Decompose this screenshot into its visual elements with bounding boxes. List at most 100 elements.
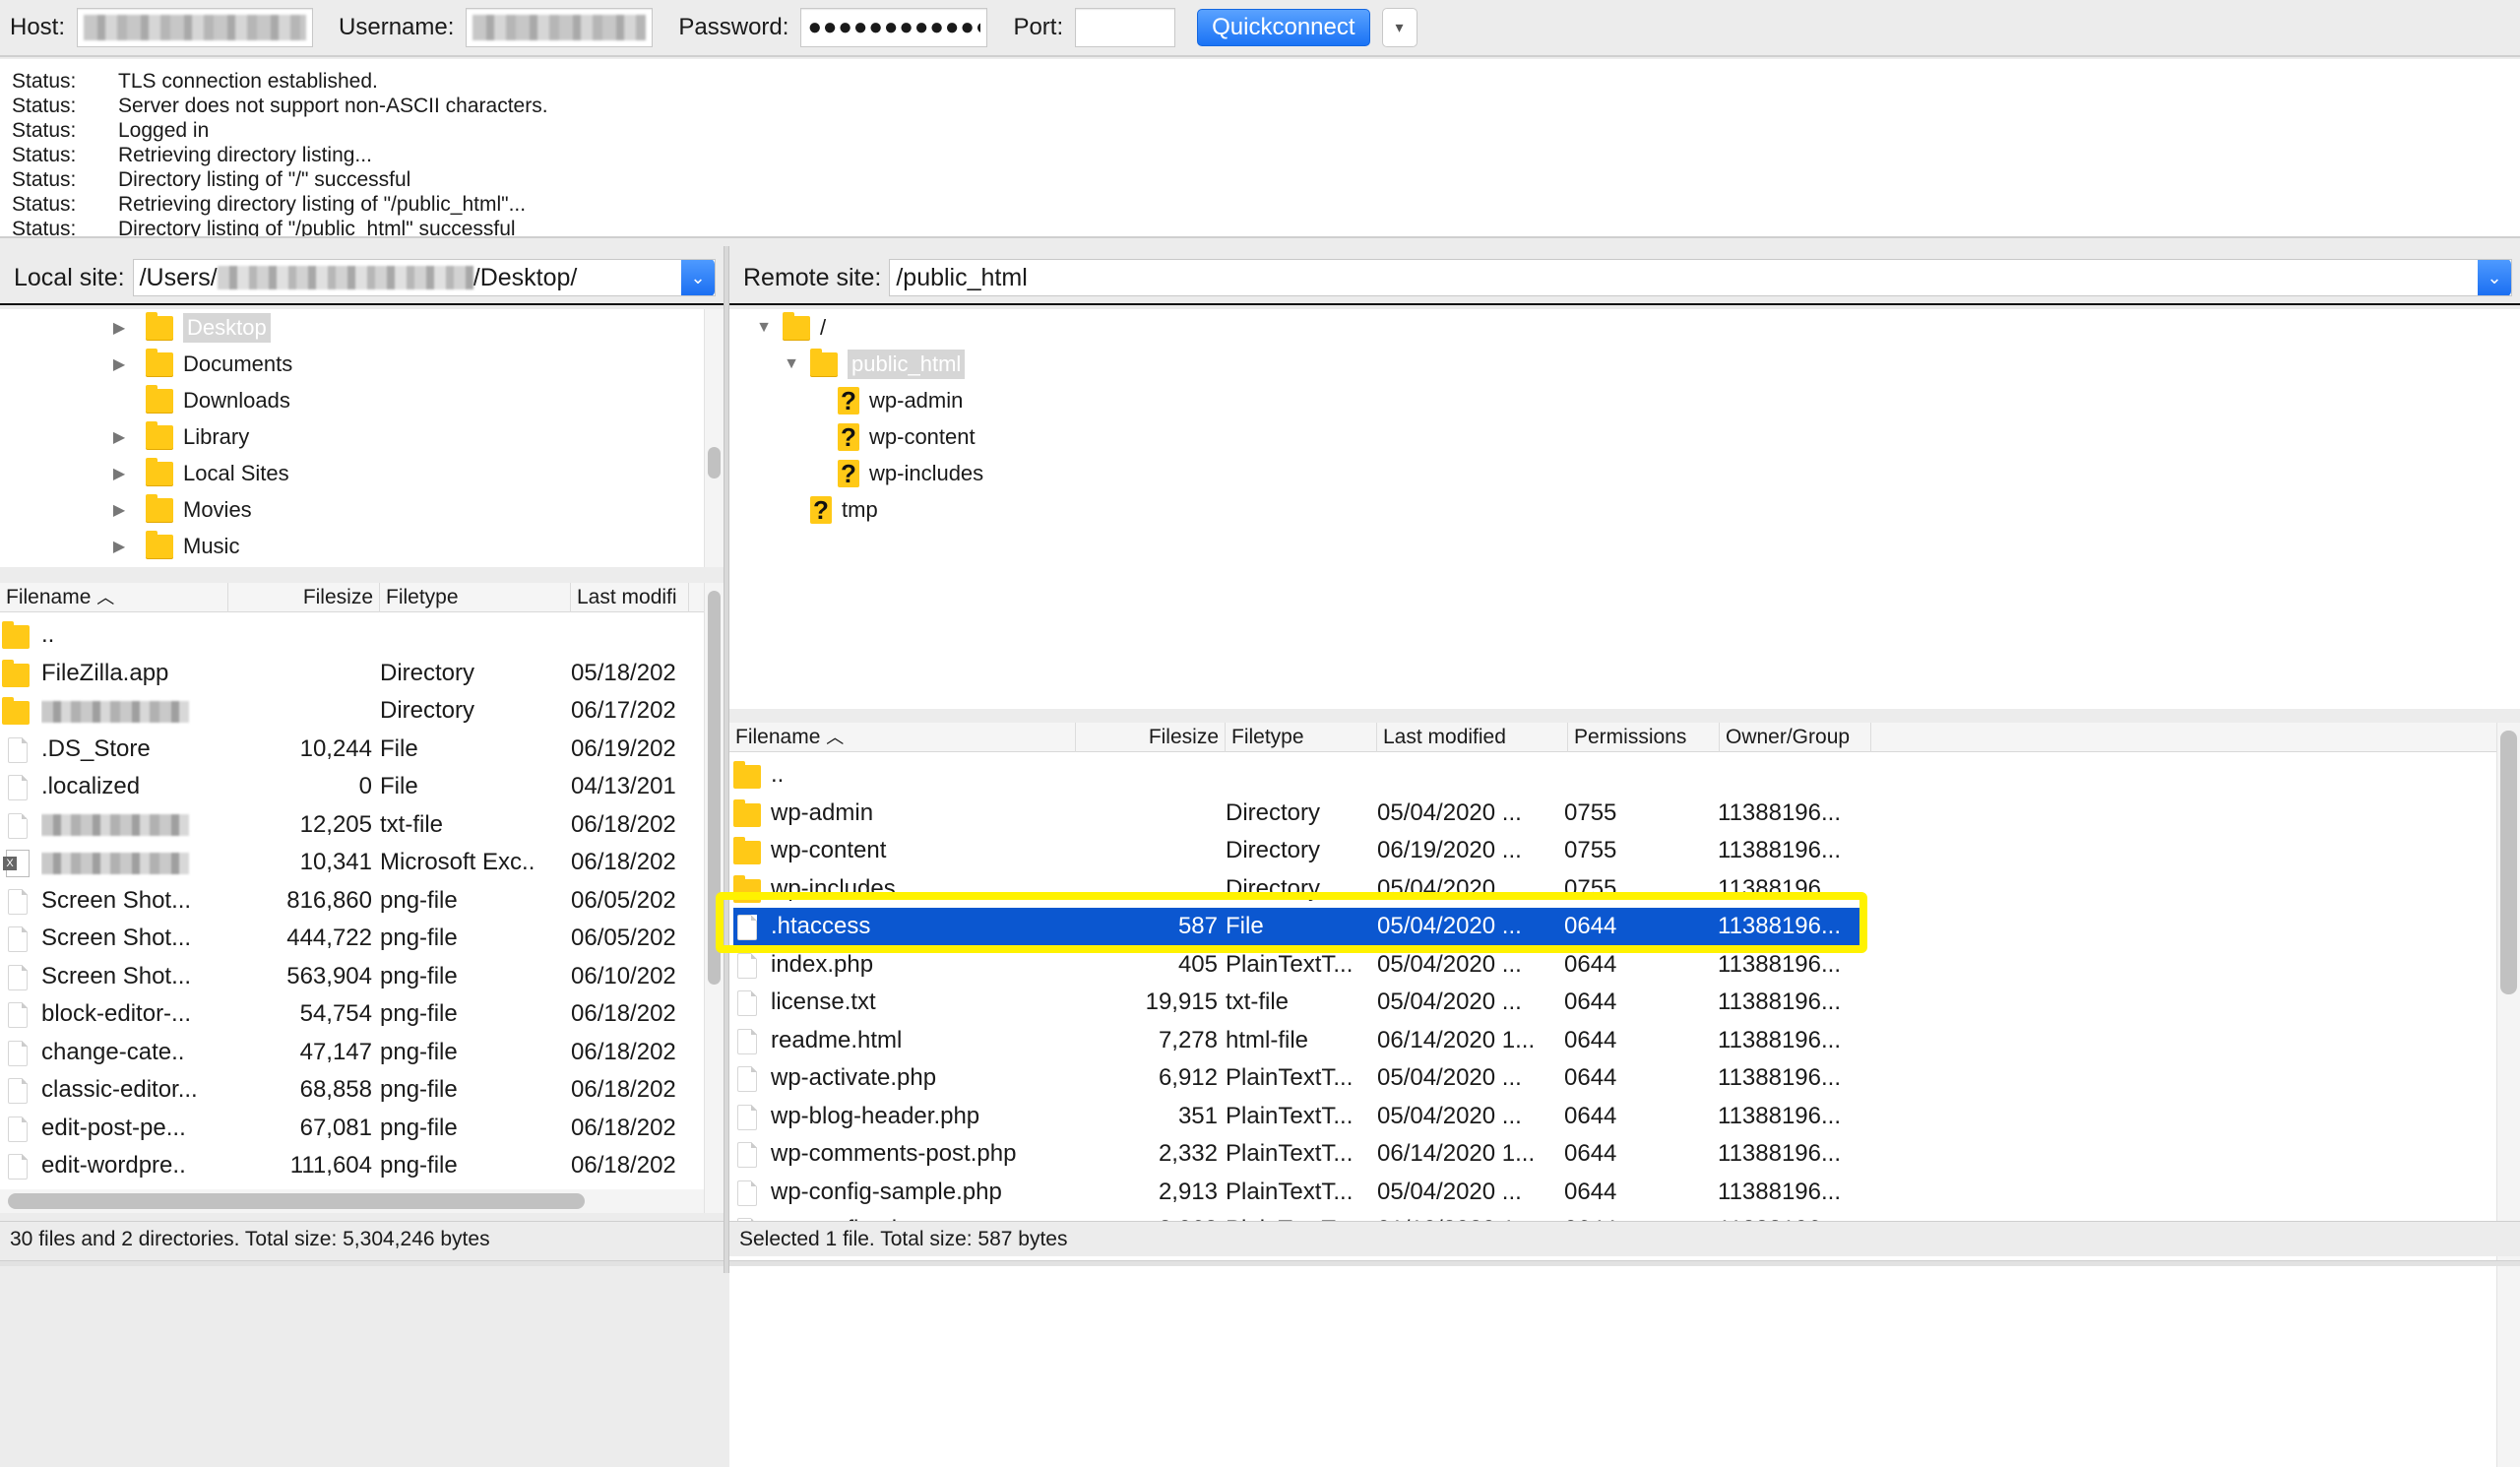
file-icon — [737, 990, 757, 1016]
local-tree-item[interactable]: ▶ Desktop — [108, 311, 271, 345]
local-file-row[interactable]: Directory 06/17/202 — [0, 692, 689, 730]
local-col-last-modified[interactable]: Last modifi — [571, 583, 689, 612]
remote-site-bar: Remote site: /public_html ⌄ — [729, 256, 2520, 305]
remote-path-value: /public_html — [896, 263, 1028, 291]
local-file-row[interactable]: .localized 0 File 04/13/201 — [0, 768, 689, 805]
local-tree-item[interactable]: Downloads — [108, 384, 290, 417]
local-file-name: .localized — [41, 773, 141, 799]
quickconnect-button[interactable]: Quickconnect — [1197, 9, 1370, 46]
remote-file-row[interactable]: readme.html 7,278 html-file 06/14/2020 1...… — [733, 1022, 1863, 1059]
local-tree-item[interactable]: ▶ Documents — [108, 348, 292, 381]
local-tree-scrollbar[interactable] — [704, 309, 724, 567]
port-input[interactable] — [1075, 8, 1176, 47]
remote-col-last-modified[interactable]: Last modified — [1377, 723, 1568, 752]
local-list-hscrollbar[interactable] — [0, 1189, 704, 1213]
remote-file-modified: 05/04/2020 ... — [1377, 913, 1522, 939]
remote-tree-item[interactable]: ? tmp — [781, 493, 878, 527]
remote-file-row-selected[interactable]: .htaccess 587 File 05/04/2020 ... 0644 113881… — [733, 908, 1863, 945]
remote-col-filename[interactable]: Filename ︿ — [729, 723, 1076, 752]
local-file-row[interactable]: block-editor-... 54,754 png-file 06/18/202 — [0, 995, 689, 1033]
local-file-modified: 04/13/201 — [571, 773, 676, 799]
local-col-filename[interactable]: Filename ︿ — [0, 583, 228, 612]
file-icon — [737, 1142, 757, 1168]
local-file-row[interactable]: edit-wordpre.. 111,604 png-file 06/18/202 — [0, 1147, 689, 1184]
local-file-row[interactable]: classic-editor... 68,858 png-file 06/18/202 — [0, 1071, 689, 1109]
host-input[interactable] — [77, 8, 314, 47]
quickconnect-history-dropdown[interactable]: ▾ — [1381, 8, 1418, 47]
local-col-filesize[interactable]: Filesize — [228, 583, 380, 612]
remote-file-row[interactable]: wp-comments-post.php 2,332 PlainTextT... 06… — [733, 1135, 1863, 1173]
remote-file-row[interactable]: license.txt 19,915 txt-file 05/04/2020 ... 0… — [733, 984, 1863, 1021]
remote-file-row[interactable]: .. — [733, 756, 1863, 794]
local-file-row[interactable]: change-cate.. 47,147 png-file 06/18/202 — [0, 1034, 689, 1071]
local-path-suffix: /Desktop/ — [472, 263, 578, 291]
remote-tree-item[interactable]: ▼ public_html — [781, 348, 966, 381]
remote-file-row[interactable]: wp-admin Directory 05/04/2020 ... 0755 11388… — [733, 795, 1863, 832]
remote-col-permissions[interactable]: Permissions — [1568, 723, 1720, 752]
remote-tree-item[interactable]: ? wp-admin — [808, 384, 963, 417]
local-tree-item[interactable]: ▶ Movies — [108, 493, 252, 527]
remote-file-modified: 05/04/2020 ... — [1377, 1064, 1522, 1091]
expand-arrow-icon[interactable]: ▶ — [108, 427, 130, 447]
local-file-name: edit-post-pe... — [41, 1114, 186, 1141]
local-file-type: png-file — [380, 886, 458, 914]
message-log[interactable]: Status: TLS connection established. Status… — [0, 59, 2520, 238]
username-input[interactable] — [466, 8, 654, 47]
local-list-hscroll-thumb[interactable] — [8, 1193, 585, 1209]
expand-arrow-icon[interactable]: ▶ — [108, 464, 130, 483]
local-file-row[interactable]: edit-post-pe... 67,081 png-file 06/18/202 — [0, 1110, 689, 1147]
local-file-row[interactable]: Screen Shot... 563,904 png-file 06/10/202 — [0, 958, 689, 995]
local-file-row[interactable]: 10,341 Microsoft Exc.. 06/18/202 — [0, 844, 689, 881]
remote-path-input[interactable]: /public_html ⌄ — [889, 259, 2512, 296]
remote-tree-item[interactable]: ? wp-includes — [808, 457, 983, 490]
remote-file-row[interactable]: wp-content Directory 06/19/2020 ... 0755 113… — [733, 832, 1863, 869]
expand-arrow-icon[interactable]: ▶ — [108, 318, 130, 338]
local-tree-item[interactable]: ▶ Music — [108, 530, 239, 563]
local-file-row[interactable]: Screen Shot... 444,722 png-file 06/05/202 — [0, 920, 689, 957]
password-input[interactable]: ●●●●●●●●●●●● — [800, 8, 988, 47]
remote-path-dropdown[interactable]: ⌄ — [2478, 260, 2511, 295]
local-tree-item[interactable]: ▶ Library — [108, 420, 249, 454]
remote-file-row[interactable]: wp-blog-header.php 351 PlainTextT... 05/04/… — [733, 1098, 1863, 1135]
local-path-dropdown[interactable]: ⌄ — [681, 260, 715, 295]
local-list-scroll-thumb[interactable] — [708, 591, 721, 985]
expand-arrow-icon[interactable]: ▶ — [108, 354, 130, 374]
local-file-row[interactable]: 12,205 txt-file 06/18/202 — [0, 806, 689, 844]
file-icon — [8, 775, 28, 800]
chevron-down-icon: ▾ — [1395, 20, 1404, 36]
remote-file-row[interactable]: wp-config-sample.php 2,913 PlainTextT... 05… — [733, 1174, 1863, 1211]
collapse-arrow-icon[interactable]: ▼ — [781, 355, 802, 373]
remote-file-row[interactable]: index.php 405 PlainTextT... 05/04/2020 ... 0… — [733, 946, 1863, 984]
remote-file-row[interactable]: wp-activate.php 6,912 PlainTextT... 05/04/2… — [733, 1059, 1863, 1097]
remote-col-filetype[interactable]: Filetype — [1226, 723, 1377, 752]
local-file-row[interactable]: .. — [0, 616, 689, 654]
remote-file-type: PlainTextT... — [1226, 1102, 1354, 1129]
remote-file-name: wp-includes — [771, 874, 896, 902]
expand-arrow-icon[interactable]: ▶ — [108, 500, 130, 520]
remote-file-size: 6,912 — [1158, 1064, 1218, 1091]
remote-file-type — [1226, 756, 1375, 794]
local-file-row[interactable]: Screen Shot... 816,860 png-file 06/05/202 — [0, 882, 689, 920]
remote-col-filesize[interactable]: Filesize — [1076, 723, 1226, 752]
local-path-input[interactable]: /Users/ /Desktop/ ⌄ — [132, 259, 716, 296]
local-file-list: Filename ︿ Filesize Filetype Last modifi… — [0, 583, 724, 1213]
local-file-row[interactable]: .DS_Store 10,244 File 06/19/202 — [0, 731, 689, 768]
collapse-arrow-icon[interactable]: ▼ — [753, 319, 775, 337]
local-tree-item[interactable]: ▶ Local Sites — [108, 457, 289, 490]
remote-list-scroll-thumb[interactable] — [2500, 731, 2517, 994]
local-list-scrollbar[interactable] — [704, 583, 724, 1213]
remote-file-row[interactable]: wp-includes Directory 05/04/2020 ... 0755 11… — [733, 870, 1863, 908]
remote-file-modified: 05/04/2020 ... — [1377, 1178, 1522, 1205]
remote-file-size: 351 — [1177, 1102, 1218, 1129]
remote-tree-item-label: tmp — [842, 497, 878, 522]
remote-tree-item[interactable]: ? wp-content — [808, 420, 976, 454]
remote-tree-item[interactable]: ▼ / — [753, 311, 826, 345]
local-file-type: File — [380, 773, 418, 799]
remote-list-scrollbar[interactable] — [2496, 723, 2520, 1467]
expand-arrow-icon[interactable]: ▶ — [108, 537, 130, 556]
local-col-filetype[interactable]: Filetype — [380, 583, 571, 612]
local-tree-scroll-thumb[interactable] — [708, 447, 721, 478]
local-file-row[interactable]: FileZilla.app Directory 05/18/202 — [0, 655, 689, 692]
remote-col-owner-group[interactable]: Owner/Group — [1720, 723, 1871, 752]
local-file-size: 563,904 — [286, 962, 372, 989]
